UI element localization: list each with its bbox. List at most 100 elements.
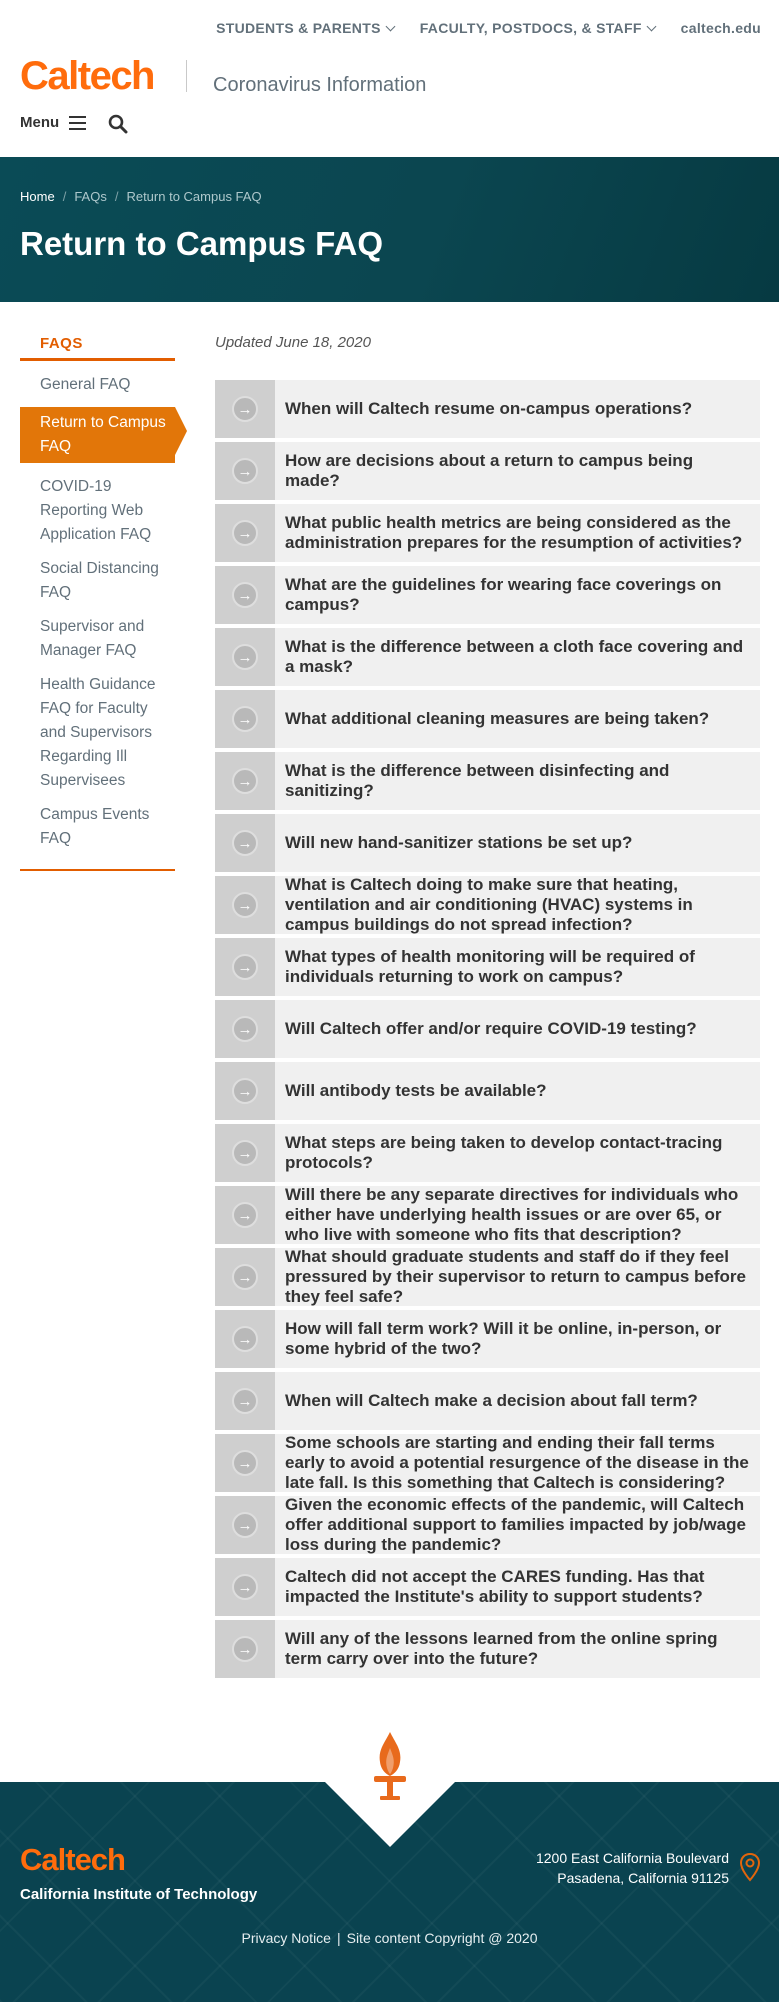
faq-toggle[interactable]: → [215,690,275,748]
faq-item[interactable]: → Will Caltech offer and/or require COVID… [215,1000,760,1058]
faq-toggle[interactable]: → [215,1186,275,1244]
arrow-right-icon: → [232,1450,258,1476]
hamburger-icon [69,115,87,130]
faq-question[interactable]: Given the economic effects of the pandem… [275,1496,760,1554]
faq-item[interactable]: → What types of health monitoring will be… [215,938,760,996]
sidebar-item-covid-reporting[interactable]: COVID-19 Reporting Web Application FAQ [20,475,175,557]
faq-item[interactable]: → What is the difference between disinfec… [215,752,760,810]
sidebar-item-social-distancing[interactable]: Social Distancing FAQ [20,557,175,615]
faq-item[interactable]: → When will Caltech resume on-campus oper… [215,380,760,438]
faq-item[interactable]: → What steps are being taken to develop c… [215,1124,760,1182]
chevron-down-icon [385,21,396,31]
footer-bottom: Privacy Notice | Site content Copyright @ … [0,1930,779,1946]
site-name[interactable]: Coronavirus Information [213,74,426,97]
faq-question[interactable]: What public health metrics are being con… [275,504,760,562]
faq-question[interactable]: Will new hand-sanitizer stations be set … [275,814,760,872]
faq-question[interactable]: How are decisions about a return to camp… [275,442,760,500]
faq-item[interactable]: → How will fall term work? Will it be onl… [215,1310,760,1368]
faq-toggle[interactable]: → [215,504,275,562]
sidebar-item-campus-events[interactable]: Campus Events FAQ [20,803,175,861]
faq-question[interactable]: When will Caltech make a decision about … [275,1372,760,1430]
faq-question[interactable]: What is the difference between a cloth f… [275,628,760,686]
faq-toggle[interactable]: → [215,442,275,500]
faq-toggle[interactable]: → [215,1620,275,1678]
faq-item[interactable]: → Caltech did not accept the CARES fundin… [215,1558,760,1616]
faq-item[interactable]: → What is Caltech doing to make sure that… [215,876,760,934]
arrow-right-icon: → [232,1636,258,1662]
utility-label: caltech.edu [680,20,761,36]
faq-question[interactable]: Will antibody tests be available? [275,1062,760,1120]
faq-toggle[interactable]: → [215,1000,275,1058]
faq-item[interactable]: → Will antibody tests be available? [215,1062,760,1120]
faq-question[interactable]: Some schools are starting and ending the… [275,1434,760,1492]
breadcrumb-faqs[interactable]: FAQs [74,189,107,204]
faq-item[interactable]: → Will any of the lessons learned from th… [215,1620,760,1678]
address-line-2: Pasadena, California 91125 [557,1870,729,1886]
faq-question[interactable]: Caltech did not accept the CARES funding… [275,1558,760,1616]
breadcrumb-current[interactable]: Return to Campus FAQ [126,189,261,204]
faq-item[interactable]: → Will new hand-sanitizer stations be set… [215,814,760,872]
utility-faculty-staff[interactable]: FACULTY, POSTDOCS, & STAFF [420,20,657,36]
faq-toggle[interactable]: → [215,566,275,624]
faq-question[interactable]: Will any of the lessons learned from the… [275,1620,760,1678]
map-pin-icon[interactable] [739,1852,761,1882]
privacy-notice-link[interactable]: Privacy Notice [242,1930,331,1946]
faq-question[interactable]: What types of health monitoring will be … [275,938,760,996]
faq-question[interactable]: Will Caltech offer and/or require COVID-… [275,1000,760,1058]
faq-item[interactable]: → What is the difference between a cloth … [215,628,760,686]
faq-toggle[interactable]: → [215,938,275,996]
sidebar-item-health-guidance[interactable]: Health Guidance FAQ for Faculty and Supe… [20,673,175,803]
faq-item[interactable]: → Will there be any separate directives f… [215,1186,760,1244]
arrow-right-icon: → [232,1264,258,1290]
faq-toggle[interactable]: → [215,1434,275,1492]
caltech-logo[interactable]: Caltech [20,54,156,99]
faq-question[interactable]: What is the difference between disinfect… [275,752,760,810]
faq-question[interactable]: What should graduate students and staff … [275,1248,760,1306]
menu-button[interactable]: Menu [20,114,87,131]
faq-toggle[interactable]: → [215,752,275,810]
faq-toggle[interactable]: → [215,1248,275,1306]
faq-item[interactable]: → How are decisions about a return to cam… [215,442,760,500]
arrow-right-icon: → [232,1078,258,1104]
breadcrumb: Home / FAQs / Return to Campus FAQ [20,189,262,204]
sidebar-item-return-to-campus[interactable]: Return to Campus FAQ [20,407,187,463]
sidebar-title[interactable]: FAQS [20,335,175,361]
header-divider [186,60,187,92]
faq-item[interactable]: → What additional cleaning measures are b… [215,690,760,748]
utility-students-parents[interactable]: STUDENTS & PARENTS [216,20,396,36]
faq-item[interactable]: → What public health metrics are being co… [215,504,760,562]
sidebar-item-general-faq[interactable]: General FAQ [20,373,175,407]
sidebar-item-supervisor-manager[interactable]: Supervisor and Manager FAQ [20,615,175,673]
faq-item[interactable]: → Given the economic effects of the pande… [215,1496,760,1554]
address-line-1: 1200 East California Boulevard [535,1850,729,1866]
faq-toggle[interactable]: → [215,1310,275,1368]
faq-question[interactable]: What steps are being taken to develop co… [275,1124,760,1182]
faq-question[interactable]: What is Caltech doing to make sure that … [275,876,760,934]
faq-toggle[interactable]: → [215,1558,275,1616]
footer-logo[interactable]: Caltech [20,1842,126,1878]
faq-question[interactable]: What are the guidelines for wearing face… [275,566,760,624]
utility-caltech-link[interactable]: caltech.edu [681,20,761,36]
faq-item[interactable]: → Some schools are starting and ending th… [215,1434,760,1492]
copyright-text: Site content Copyright @ 2020 [346,1930,538,1946]
faq-item[interactable]: → What should graduate students and staff… [215,1248,760,1306]
footer-institute-name: California Institute of Technology [20,1886,258,1903]
faq-question[interactable]: Will there be any separate directives fo… [275,1186,760,1244]
faq-toggle[interactable]: → [215,814,275,872]
footer-address[interactable]: 1200 East California Boulevard Pasadena,… [536,1848,729,1888]
faq-toggle[interactable]: → [215,1062,275,1120]
faq-toggle[interactable]: → [215,876,275,934]
breadcrumb-home[interactable]: Home [20,189,55,204]
faq-item[interactable]: → What are the guidelines for wearing fac… [215,566,760,624]
arrow-right-icon: → [232,830,258,856]
faq-toggle[interactable]: → [215,1124,275,1182]
faq-question[interactable]: How will fall term work? Will it be onli… [275,1310,760,1368]
faq-item[interactable]: → When will Caltech make a decision about… [215,1372,760,1430]
faq-question[interactable]: What additional cleaning measures are be… [275,690,760,748]
faq-toggle[interactable]: → [215,1496,275,1554]
faq-question[interactable]: When will Caltech resume on-campus opera… [275,380,760,438]
search-icon[interactable] [108,114,128,134]
faq-toggle[interactable]: → [215,1372,275,1430]
faq-toggle[interactable]: → [215,628,275,686]
faq-toggle[interactable]: → [215,380,275,438]
